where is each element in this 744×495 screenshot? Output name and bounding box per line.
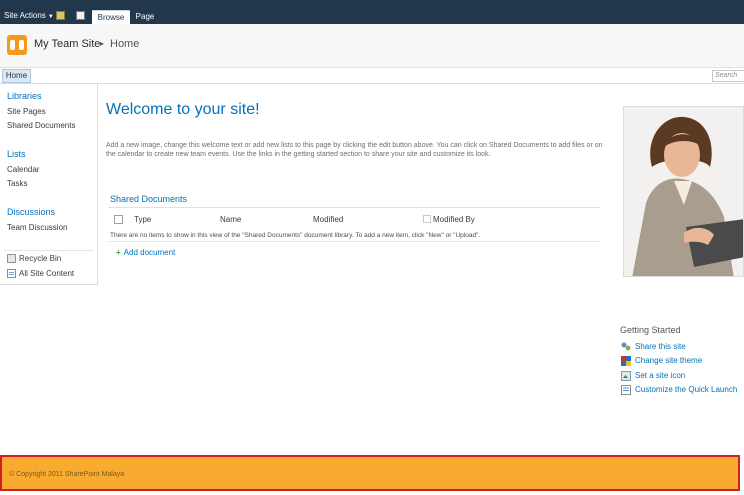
site-actions-label: Site Actions (4, 11, 46, 20)
column-header-name[interactable]: Name (220, 215, 241, 224)
ql-item-tasks[interactable]: Tasks (7, 179, 27, 188)
ql-item-shared-documents[interactable]: Shared Documents (7, 121, 75, 130)
divider (108, 207, 600, 208)
site-logo-icon[interactable] (7, 35, 27, 55)
caret-down-icon: ▼ (47, 14, 54, 20)
tab-browse[interactable]: Browse (92, 10, 130, 24)
theme-icon (621, 356, 631, 366)
site-actions-menu[interactable]: Site Actions ▼ (4, 11, 54, 20)
add-document-label: Add document (123, 248, 176, 257)
ql-divider (4, 250, 94, 251)
ql-item-site-pages[interactable]: Site Pages (7, 107, 46, 116)
nav-tab-home[interactable]: Home (2, 69, 31, 83)
tab-page[interactable]: Page (132, 10, 158, 24)
site-title-link[interactable]: My Team Site (34, 38, 100, 50)
all-content-icon (7, 269, 16, 278)
ribbon-bar: Site Actions ▼ Browse Page (0, 0, 744, 24)
recycle-bin-icon (7, 254, 16, 263)
column-header-type[interactable]: Type (134, 215, 151, 224)
empty-list-message: There are no items to show in this view … (110, 232, 481, 239)
breadcrumb-separator-icon: ▸ (100, 39, 105, 48)
quick-launch-icon (621, 385, 631, 395)
getting-started-title: Getting Started (620, 325, 681, 335)
ql-heading-lists[interactable]: Lists (7, 149, 26, 159)
intro-text: Add a new image, change this welcome tex… (106, 142, 603, 158)
ql-all-site-content[interactable]: All Site Content (19, 269, 74, 278)
ql-item-calendar[interactable]: Calendar (7, 165, 39, 174)
footer: © Copyright 2011 SharePoint Malaya (0, 455, 740, 491)
quick-launch: Libraries Site Pages Shared Documents Li… (0, 84, 98, 285)
change-theme-link[interactable]: Change site theme (635, 356, 702, 365)
copyright-text: © Copyright 2011 SharePoint Malaya (9, 471, 125, 478)
edit-icon[interactable] (76, 11, 85, 20)
ql-item-team-discussion[interactable]: Team Discussion (7, 223, 67, 232)
upload-icon[interactable] (56, 11, 65, 20)
title-bar: My Team Site ▸ Home (0, 24, 744, 68)
column-header-modified-by[interactable]: Modified By (433, 215, 475, 224)
customize-quick-launch-link[interactable]: Customize the Quick Launch (635, 385, 737, 394)
share-site-link[interactable]: Share this site (635, 342, 686, 351)
search-input[interactable]: Search (712, 70, 744, 82)
site-icon-icon (621, 371, 631, 381)
ql-recycle-bin[interactable]: Recycle Bin (19, 254, 61, 263)
divider (108, 241, 600, 242)
column-header-modified[interactable]: Modified (313, 215, 343, 224)
page-title: Welcome to your site! (106, 101, 260, 118)
add-document-link[interactable]: + Add document (116, 248, 175, 257)
shared-documents-title[interactable]: Shared Documents (110, 194, 187, 204)
ql-heading-discussions[interactable]: Discussions (7, 207, 55, 217)
ql-heading-libraries[interactable]: Libraries (7, 91, 42, 101)
modified-by-checkbox[interactable] (423, 215, 431, 223)
add-icon: + (116, 248, 121, 257)
welcome-photo (623, 106, 744, 277)
top-navigation: Home Search (0, 68, 744, 84)
share-icon (621, 342, 631, 352)
set-site-icon-link[interactable]: Set a site icon (635, 371, 685, 380)
select-all-checkbox[interactable] (114, 215, 123, 224)
breadcrumb-current-page: Home (110, 38, 140, 50)
